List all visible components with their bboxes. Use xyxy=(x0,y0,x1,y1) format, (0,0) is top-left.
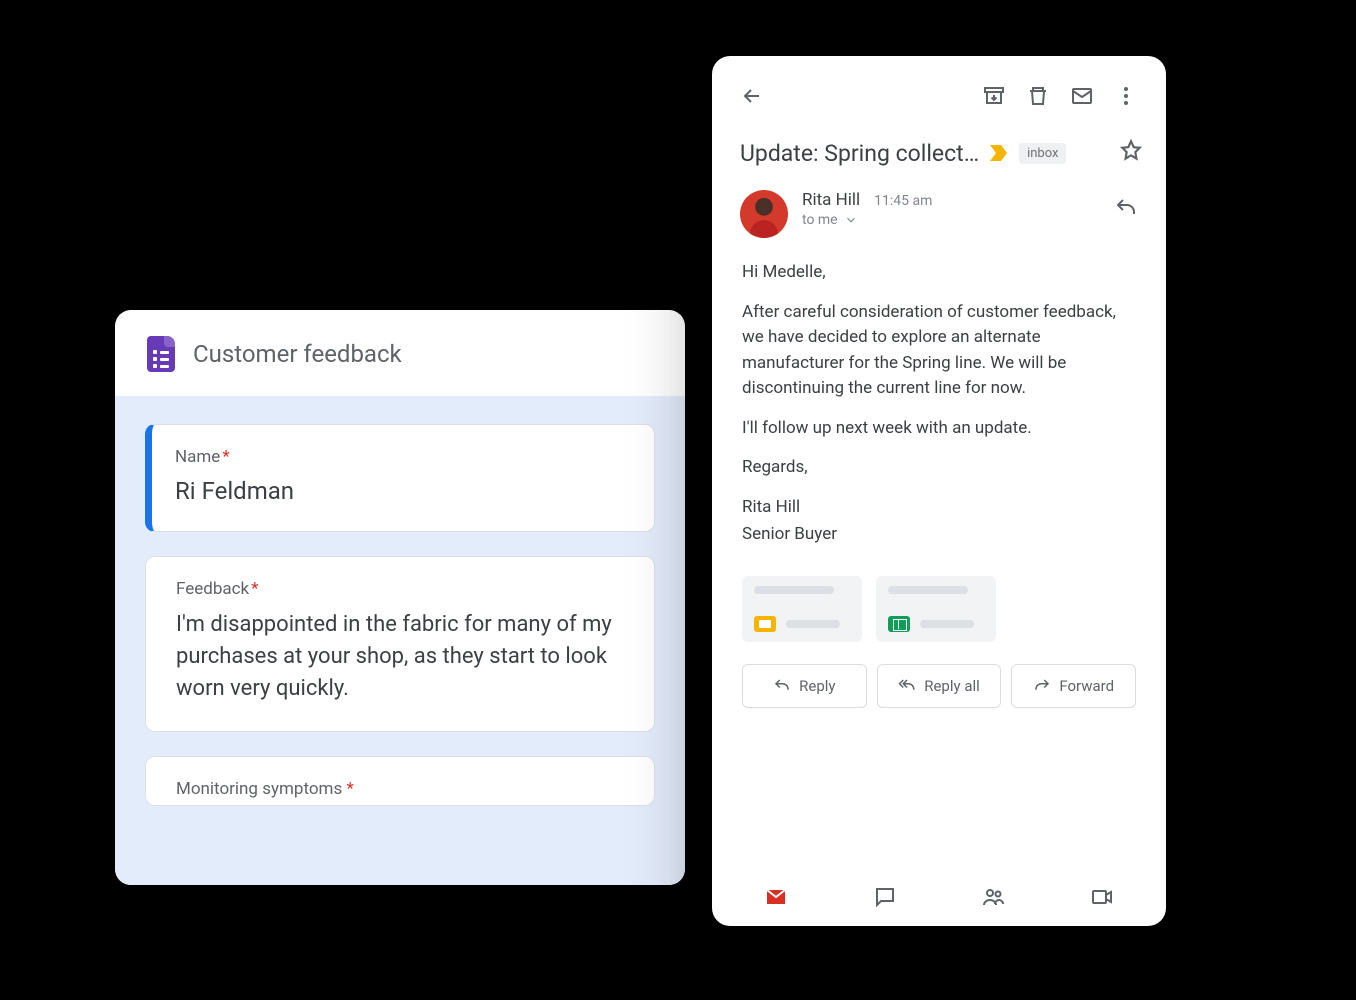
chevron-down-icon xyxy=(844,213,858,227)
email-body: Hi Medelle, After careful consideration … xyxy=(712,246,1166,566)
delete-icon[interactable] xyxy=(1020,78,1056,114)
question-label-text: Name xyxy=(175,447,220,467)
inbox-chip[interactable]: inbox xyxy=(1019,143,1066,164)
required-asterisk: * xyxy=(346,779,353,799)
nav-chat-icon[interactable] xyxy=(870,884,900,910)
reply-all-button[interactable]: Reply all xyxy=(877,664,1002,708)
question-label-text: Feedback xyxy=(176,579,249,599)
question-value[interactable]: I'm disappointed in the fabric for many … xyxy=(176,609,624,705)
reply-all-label: Reply all xyxy=(924,677,980,695)
sheets-icon xyxy=(888,616,910,632)
reply-button[interactable]: Reply xyxy=(742,664,867,708)
attachment-sheets[interactable] xyxy=(876,576,996,642)
forward-button[interactable]: Forward xyxy=(1011,664,1136,708)
sender-avatar[interactable] xyxy=(740,190,788,238)
form-question-feedback[interactable]: Feedback* I'm disappointed in the fabric… xyxy=(145,556,655,732)
question-value[interactable]: Ri Feldman xyxy=(175,477,624,505)
email-closing: Regards, xyxy=(742,455,1136,481)
question-label-text: Monitoring symptoms xyxy=(176,779,342,799)
attachments xyxy=(712,566,1166,656)
question-label: Monitoring symptoms * xyxy=(176,779,624,799)
sender-name: Rita Hill xyxy=(802,190,860,210)
gmail-bottom-nav xyxy=(712,872,1166,926)
required-asterisk: * xyxy=(251,579,258,599)
gmail-card: Update: Spring collect… inbox Rita Hill … xyxy=(712,56,1166,926)
star-icon[interactable] xyxy=(1118,138,1144,168)
reply-icon[interactable] xyxy=(1108,190,1144,226)
email-subject: Update: Spring collect… xyxy=(740,140,979,167)
forms-title: Customer feedback xyxy=(193,340,402,368)
placeholder-bar xyxy=(754,586,834,594)
form-question-monitoring[interactable]: Monitoring symptoms * xyxy=(145,756,655,806)
sender-to: to me xyxy=(802,212,838,228)
placeholder-bar xyxy=(888,586,968,594)
form-question-name[interactable]: Name* Ri Feldman xyxy=(145,424,655,532)
sender-info: Rita Hill 11:45 am to me xyxy=(802,190,1094,228)
sender-row: Rita Hill 11:45 am to me xyxy=(712,172,1166,246)
required-asterisk: * xyxy=(222,447,229,467)
question-label: Feedback* xyxy=(176,579,624,599)
email-greeting: Hi Medelle, xyxy=(742,260,1136,286)
back-arrow-icon[interactable] xyxy=(734,78,770,114)
forward-label: Forward xyxy=(1059,677,1114,695)
reply-label: Reply xyxy=(799,677,835,695)
subject-row: Update: Spring collect… inbox xyxy=(712,128,1166,172)
more-icon[interactable] xyxy=(1108,78,1144,114)
forms-logo-icon xyxy=(147,336,175,372)
reply-buttons: Reply Reply all Forward xyxy=(712,656,1166,722)
nav-mail-icon[interactable] xyxy=(761,884,791,910)
nav-meet-icon[interactable] xyxy=(1087,884,1117,910)
slides-icon xyxy=(754,616,776,632)
recipient-toggle[interactable]: to me xyxy=(802,212,1094,228)
email-paragraph: I'll follow up next week with an update. xyxy=(742,416,1136,442)
signature-title: Senior Buyer xyxy=(742,522,1136,548)
archive-icon[interactable] xyxy=(976,78,1012,114)
email-paragraph: After careful consideration of customer … xyxy=(742,300,1136,402)
forms-header: Customer feedback xyxy=(115,310,685,396)
gmail-toolbar xyxy=(712,56,1166,128)
sender-time: 11:45 am xyxy=(874,193,932,209)
forms-body: Name* Ri Feldman Feedback* I'm disappoin… xyxy=(115,396,685,885)
mail-icon[interactable] xyxy=(1064,78,1100,114)
question-label: Name* xyxy=(175,447,624,467)
attachment-slides[interactable] xyxy=(742,576,862,642)
signature-name: Rita Hill xyxy=(742,495,1136,521)
placeholder-bar xyxy=(786,620,840,628)
importance-marker-icon[interactable] xyxy=(989,144,1009,162)
placeholder-bar xyxy=(920,620,974,628)
nav-spaces-icon[interactable] xyxy=(978,884,1008,910)
forms-card: Customer feedback Name* Ri Feldman Feedb… xyxy=(115,310,685,885)
